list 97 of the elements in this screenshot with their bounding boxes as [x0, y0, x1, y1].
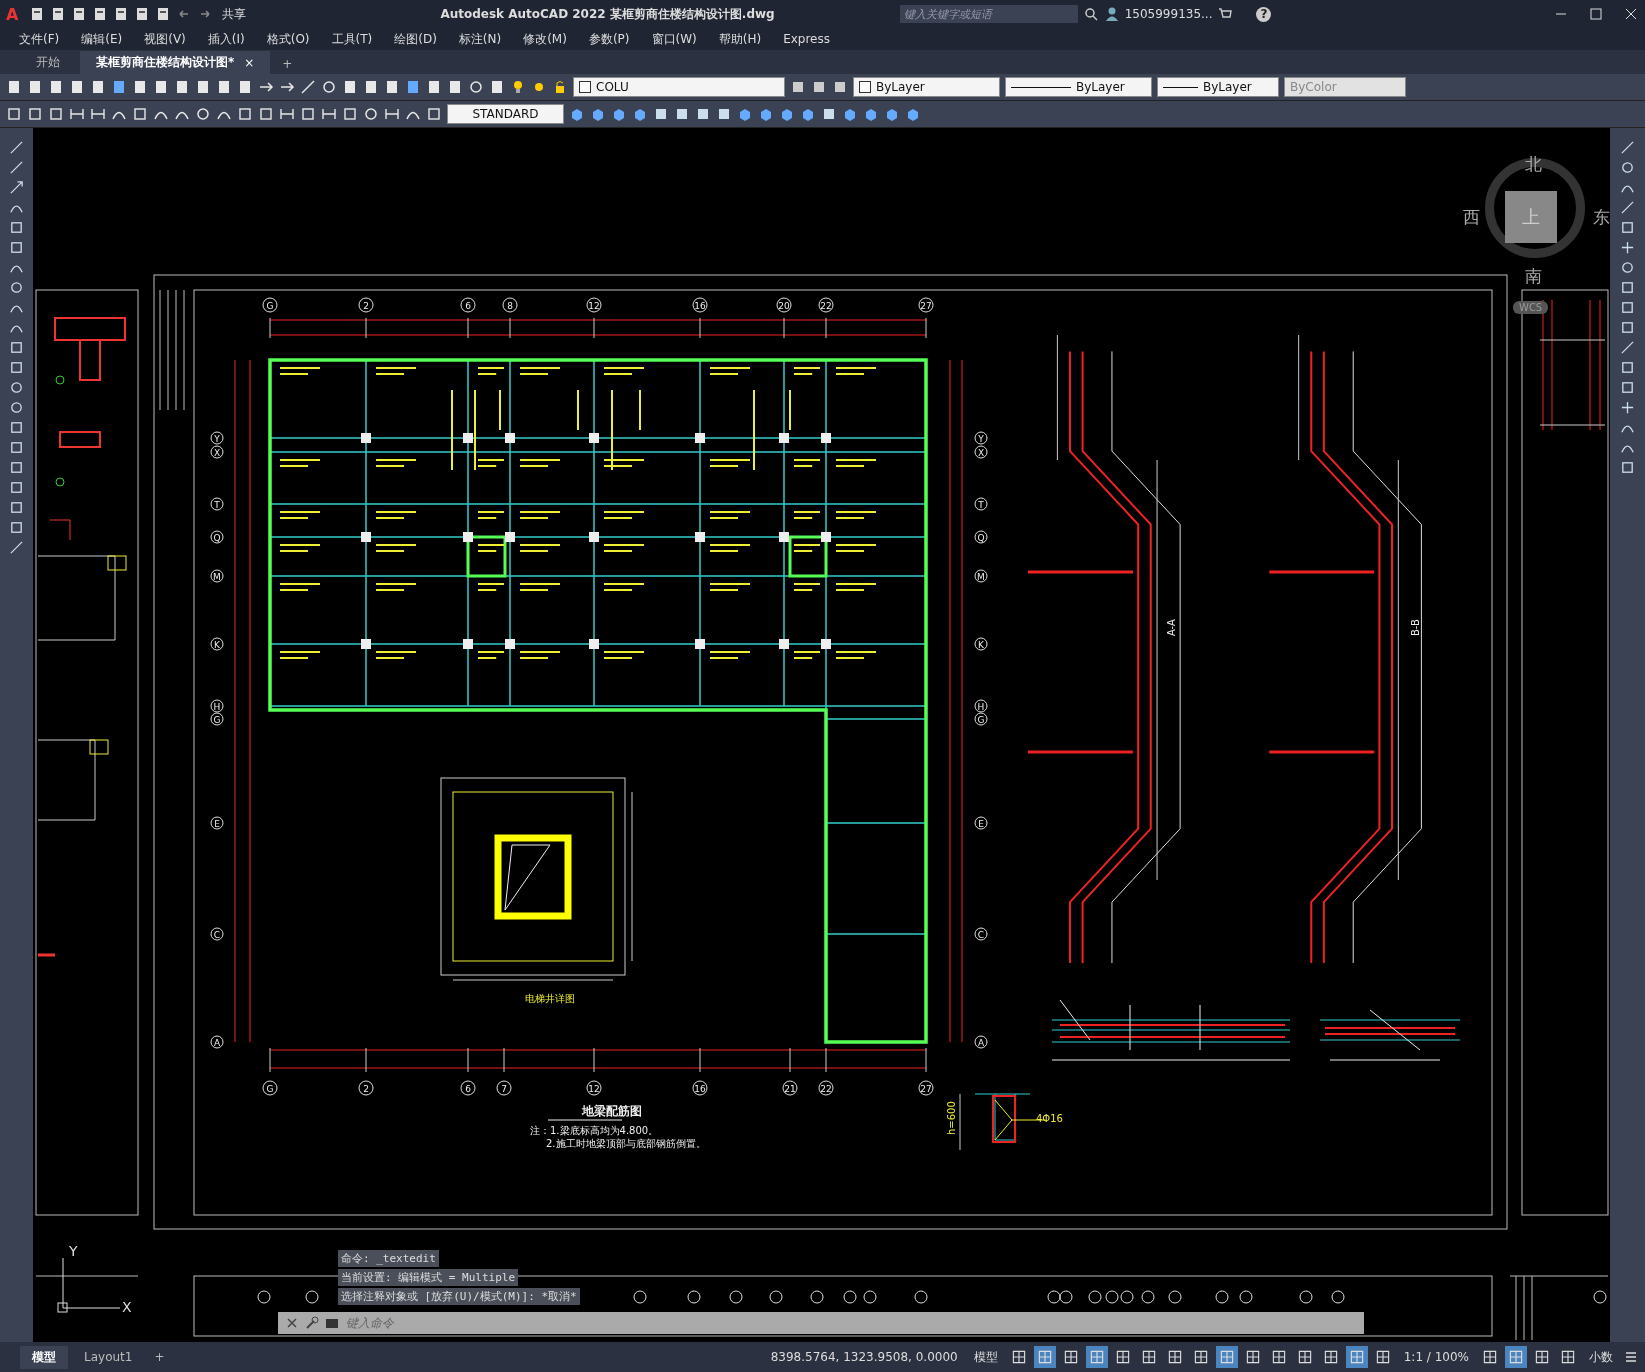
search-icon[interactable] — [1082, 6, 1099, 22]
model-space-button[interactable]: 模型 — [967, 1348, 1004, 1366]
section-label: A-A — [1165, 619, 1177, 636]
axis-marker: X — [210, 445, 224, 459]
axis-marker: G — [262, 1080, 278, 1096]
compass-label[interactable]: 东 — [1593, 206, 1610, 229]
compass-label[interactable]: 西 — [1463, 206, 1480, 229]
menu-item[interactable]: 格式(O) — [255, 30, 321, 48]
axis-marker: G — [974, 712, 988, 726]
menu-item[interactable]: 插入(I) — [196, 30, 256, 48]
axis-marker: Y — [974, 431, 988, 445]
close-icon[interactable] — [1623, 6, 1639, 22]
axis-marker: 16 — [692, 1080, 708, 1096]
window-title: Autodesk AutoCAD 2022 某框剪商住楼结构设计图.dwg — [440, 5, 775, 23]
help-button[interactable]: ? — [1256, 6, 1272, 22]
axis-marker: 16 — [692, 297, 708, 313]
tab-label[interactable]: 开始 — [36, 54, 60, 71]
ucs-icon — [57, 1257, 121, 1313]
add-layout-button[interactable]: + — [148, 1350, 171, 1364]
layer-dropdown[interactable]: COLU — [573, 77, 785, 97]
axis-marker: 6 — [460, 1080, 476, 1096]
tab-close-button[interactable]: × — [244, 55, 255, 70]
axis-marker: 2 — [358, 297, 374, 313]
axis-marker: M — [974, 569, 988, 583]
plan-title: 地梁配筋图 — [582, 1104, 642, 1118]
menu-item[interactable]: Express — [772, 32, 841, 46]
axis-marker: 12 — [586, 1080, 602, 1096]
compass-label[interactable]: 南 — [1525, 265, 1542, 288]
menu-item[interactable]: 绘图(D) — [383, 30, 448, 48]
elevator-detail-caption: 电梯井详图 — [525, 993, 575, 1004]
coordinates-readout: 8398.5764, 1323.9508, 0.0000 — [770, 1350, 958, 1364]
wrench-icon[interactable] — [304, 1315, 320, 1331]
axis-marker: K — [210, 637, 224, 651]
app-menu-button[interactable]: A — [6, 4, 19, 24]
menu-item[interactable]: 工具(T) — [320, 30, 384, 48]
axis-marker: H — [974, 699, 988, 713]
axis-marker: 21 — [782, 1080, 798, 1096]
compass-label[interactable]: 北 — [1525, 153, 1542, 176]
axis-marker: 27 — [918, 1080, 934, 1096]
axis-marker: T — [974, 497, 988, 511]
axis-marker: M — [210, 569, 224, 583]
menu-item[interactable]: 文件(F) — [8, 30, 71, 48]
plan-note: 2.施工时地梁顶部与底部钢筋倒置。 — [546, 1138, 706, 1149]
file-tab[interactable]: 某框剪商住楼结构设计图* × — [80, 51, 271, 74]
axis-marker: 22 — [818, 297, 834, 313]
color-dropdown[interactable]: ByLayer — [853, 77, 1000, 97]
dimension-style-dropdown[interactable]: STANDARD — [447, 104, 564, 124]
menu-item[interactable]: 编辑(E) — [70, 30, 134, 48]
menu-item[interactable]: 标注(N) — [447, 30, 513, 48]
plan-note: 注：1.梁底标高均为4.800。 — [530, 1125, 659, 1136]
menu-item[interactable]: 修改(M) — [512, 30, 578, 48]
axis-marker: E — [210, 816, 224, 830]
maximize-icon[interactable] — [1588, 6, 1604, 22]
ucs-axis-label: X — [122, 1299, 132, 1315]
axis-marker: G — [262, 297, 278, 313]
units-dropdown[interactable]: 小数 — [1583, 1348, 1619, 1366]
axis-marker: H — [210, 699, 224, 713]
search-field[interactable]: 键入关键字或短语 — [899, 5, 1078, 23]
axis-marker: 8 — [502, 297, 518, 313]
axis-marker: K — [974, 637, 988, 651]
rebar-label: 4Φ16 — [1036, 1113, 1063, 1124]
height-label: h=600 — [946, 1101, 957, 1135]
axis-marker: Q — [210, 530, 224, 544]
axis-marker: G — [210, 712, 224, 726]
layout-tab[interactable]: 模型 — [20, 1345, 68, 1369]
axis-marker: 12 — [586, 297, 602, 313]
axis-marker: 20 — [776, 297, 792, 313]
axis-marker: T — [210, 497, 224, 511]
tab-label[interactable]: 某框剪商住楼结构设计图* — [96, 54, 235, 71]
axis-marker: Y — [210, 431, 224, 445]
axis-marker: E — [974, 816, 988, 830]
axis-marker: 2 — [358, 1080, 374, 1096]
axis-marker: 27 — [918, 297, 934, 313]
axis-marker: 22 — [818, 1080, 834, 1096]
menu-item[interactable]: 帮助(H) — [707, 30, 773, 48]
menu-item[interactable]: 视图(V) — [133, 30, 197, 48]
section-label: B-B — [1410, 619, 1422, 636]
user-icon[interactable] — [1103, 6, 1120, 22]
linetype-dropdown[interactable]: ByLayer — [1005, 77, 1152, 97]
menu-item[interactable]: 窗口(W) — [640, 30, 708, 48]
ucs-axis-label: Y — [69, 1243, 78, 1259]
axis-marker: C — [210, 927, 224, 941]
axis-marker: A — [210, 1035, 224, 1049]
annotation-scale-button[interactable]: 1:1 / 100% — [1397, 1350, 1475, 1364]
axis-marker: X — [974, 445, 988, 459]
share-button[interactable]: 共享 — [218, 5, 251, 23]
axis-marker: A — [974, 1035, 988, 1049]
lineweight-dropdown[interactable]: ByLayer — [1157, 77, 1279, 97]
new-tab-button[interactable]: + — [274, 54, 301, 74]
layout-tab[interactable]: Layout1 — [72, 1347, 145, 1367]
user-account[interactable]: 1505999135... — [1124, 7, 1213, 21]
axis-marker: Q — [974, 530, 988, 544]
axis-marker: C — [974, 927, 988, 941]
axis-marker: 7 — [496, 1080, 512, 1096]
menu-item[interactable]: 参数(P) — [577, 30, 641, 48]
menu-icon[interactable] — [1623, 1349, 1639, 1365]
axis-marker: 6 — [460, 297, 476, 313]
